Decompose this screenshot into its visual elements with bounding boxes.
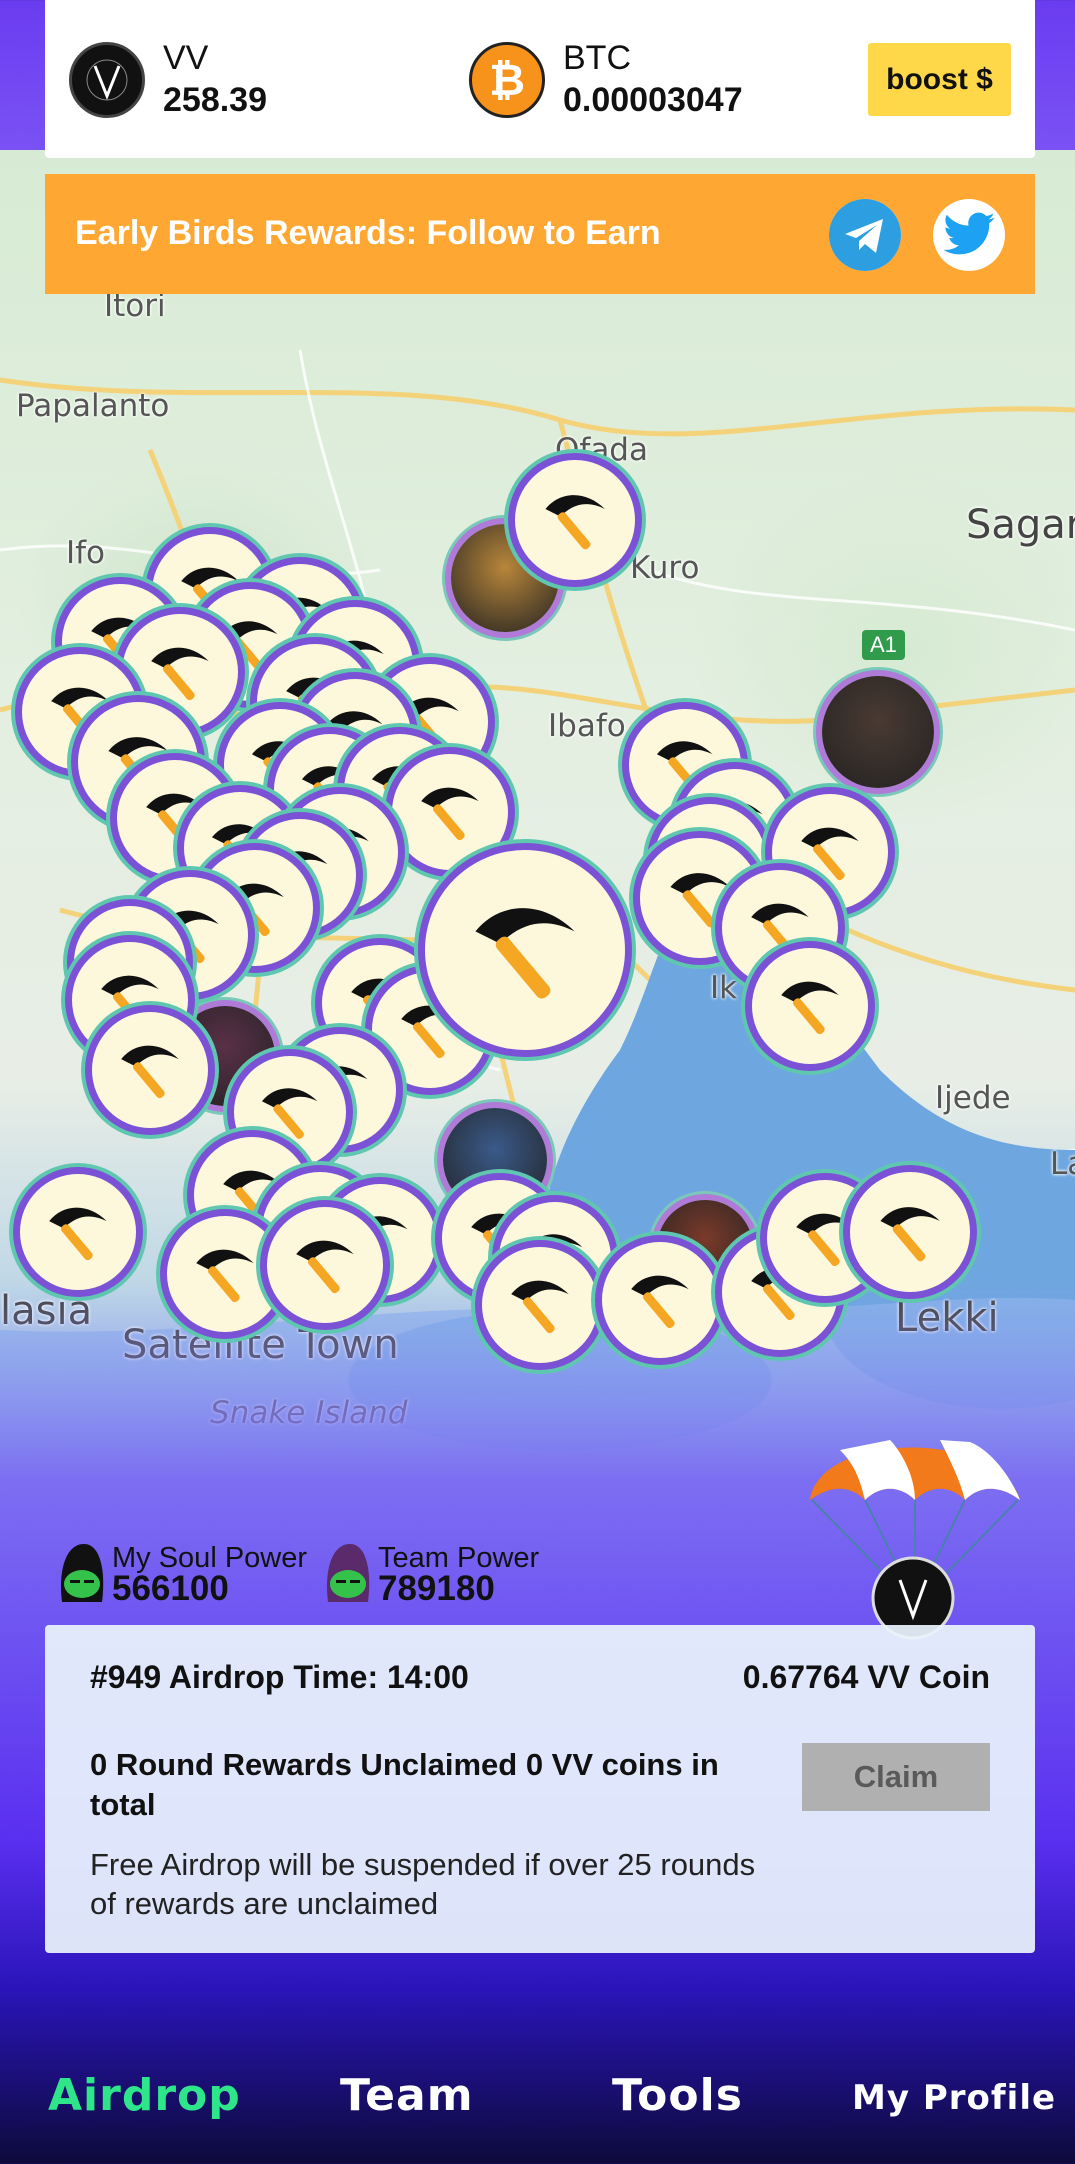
nav-tools[interactable]: Tools [612, 2070, 743, 2121]
pickaxe-pin-icon[interactable] [425, 850, 625, 1050]
team-power-value: 789180 [378, 1569, 495, 1608]
nav-my-profile[interactable]: My Profile [852, 2078, 1056, 2118]
user-avatar[interactable] [822, 676, 934, 788]
map-label-lekki: Lekki [895, 1295, 999, 1341]
map-label-ifo: Ifo [66, 535, 106, 571]
pickaxe-pin-icon[interactable] [20, 1174, 136, 1290]
pickaxe-pin-icon[interactable] [850, 1172, 970, 1292]
boost-button[interactable]: boost $ [868, 43, 1011, 116]
bitcoin-icon: ₿ [469, 42, 545, 118]
my-soul-power: My Soul Power 566100 [56, 1540, 307, 1606]
btc-coin-value: 0.00003047 [563, 81, 743, 119]
team-ghost-icon [322, 1540, 374, 1606]
soul-power-label: My Soul Power [112, 1542, 308, 1574]
airdrop-time: #949 Airdrop Time: 14:00 [90, 1659, 469, 1695]
telegram-icon[interactable] [829, 199, 901, 271]
pickaxe-pin-icon[interactable] [602, 1242, 718, 1358]
airdrop-parachute [800, 1420, 1030, 1650]
map-label-ibafo: Ibafo [548, 708, 626, 744]
nav-team[interactable]: Team [340, 2070, 474, 2121]
airdrop-card: #949 Airdrop Time: 14:00 0.67764 VV Coin… [45, 1625, 1035, 1953]
unclaimed-rewards: 0 Round Rewards Unclaimed 0 VV coins in … [90, 1747, 719, 1822]
team-power: Team Power 789180 [322, 1540, 539, 1606]
pickaxe-pin-icon[interactable] [167, 1216, 283, 1332]
map-label-ik: Ik [710, 970, 738, 1006]
vv-balance: VV 258.39 [69, 38, 267, 122]
pickaxe-pin-icon[interactable] [482, 1247, 598, 1363]
map-label-kuro: Kuro [630, 550, 700, 586]
map-label-sagamu: Sagar [966, 502, 1075, 548]
vv-coin-name: VV [163, 39, 209, 77]
twitter-icon[interactable] [933, 199, 1005, 271]
map-label-la: La [1050, 1146, 1075, 1182]
vv-coin-icon [69, 42, 145, 118]
soul-power-value: 566100 [112, 1569, 229, 1608]
soul-ghost-icon [56, 1540, 108, 1606]
map-label-a1-shield: A1 [862, 630, 905, 660]
banner-text: Early Birds Rewards: Follow to Earn [75, 214, 661, 252]
map-label-snake-island: Snake Island [210, 1395, 408, 1431]
pickaxe-pin-icon[interactable] [752, 948, 868, 1064]
pickaxe-pin-icon[interactable] [267, 1207, 383, 1323]
pickaxe-pin-icon[interactable] [392, 754, 508, 870]
claim-button[interactable]: Claim [802, 1743, 990, 1811]
pickaxe-pin-icon[interactable] [515, 460, 635, 580]
team-power-label: Team Power [378, 1542, 540, 1574]
bitcoin-symbol: ₿ [489, 54, 525, 106]
map-label-ijede: Ijede [935, 1080, 1011, 1116]
btc-coin-name: BTC [563, 39, 631, 77]
wallet-card: VV 258.39 ₿ BTC 0.00003047 boost $ [45, 0, 1035, 158]
map-label-papalanto: Papalanto [16, 388, 170, 424]
vv-coin-value: 258.39 [163, 81, 267, 119]
early-birds-banner[interactable]: Early Birds Rewards: Follow to Earn [45, 174, 1035, 294]
btc-balance: ₿ BTC 0.00003047 [469, 38, 743, 122]
map-label-alasia: lasia [0, 1288, 93, 1334]
map-label-satellite-town: Satellite Town [122, 1322, 399, 1368]
nav-airdrop[interactable]: Airdrop [48, 2070, 241, 2121]
airdrop-coin-amount: 0.67764 VV Coin [742, 1659, 990, 1695]
pickaxe-pin-icon[interactable] [92, 1012, 208, 1128]
bottom-nav: Airdrop Team Tools My Profile [0, 2050, 1075, 2164]
airdrop-suspension-note: Free Airdrop will be suspended if over 2… [90, 1847, 756, 1921]
